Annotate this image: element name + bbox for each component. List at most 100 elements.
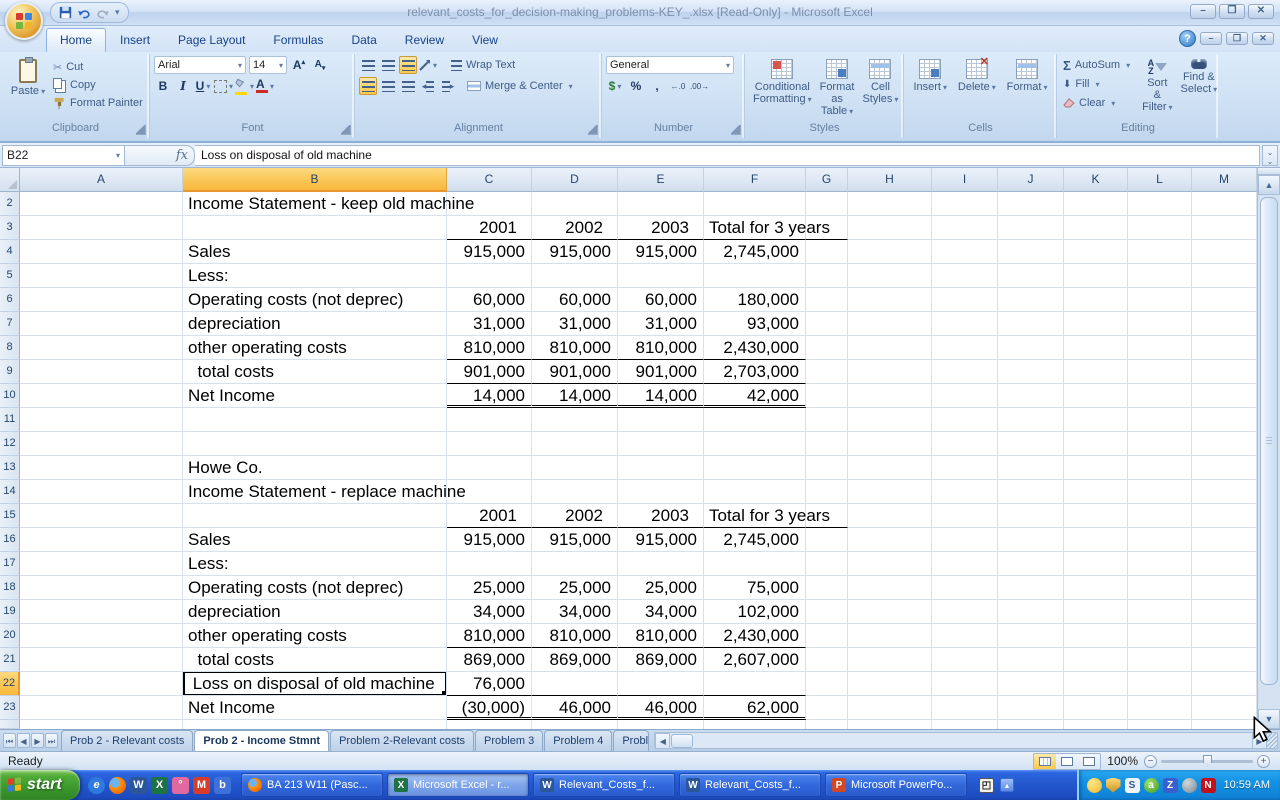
cell-H8[interactable]	[848, 336, 932, 360]
cell-L6[interactable]	[1128, 288, 1192, 312]
delete-cells-button[interactable]: Delete	[954, 56, 1000, 122]
first-sheet-button[interactable]: ⏮	[3, 733, 16, 748]
cell-D5[interactable]	[532, 264, 618, 288]
clipboard-dialog-launcher[interactable]	[136, 125, 146, 135]
cell-K22[interactable]	[1064, 672, 1128, 696]
cell-F10[interactable]: 42,000	[704, 384, 806, 408]
cell-I16[interactable]	[932, 528, 998, 552]
cell-J21[interactable]	[998, 648, 1064, 672]
cell-B21[interactable]: total costs	[183, 648, 447, 672]
wrap-text-button[interactable]: Wrap Text	[449, 56, 517, 74]
format-painter-button[interactable]: Format Painter	[51, 94, 145, 112]
conditional-formatting-button[interactable]: Conditional Formatting	[749, 56, 816, 122]
cell-I2[interactable]	[932, 192, 998, 216]
tray-zotero-icon[interactable]: Z	[1163, 778, 1178, 793]
cell-D18[interactable]: 25,000	[532, 576, 618, 600]
cell-C21[interactable]: 869,000	[447, 648, 532, 672]
cell-F14[interactable]	[704, 480, 806, 504]
vertical-scroll-thumb[interactable]	[1260, 197, 1278, 685]
column-header-I[interactable]: I	[932, 168, 998, 192]
cell-G9[interactable]	[806, 360, 848, 384]
tray-shield-icon[interactable]	[1106, 778, 1121, 793]
cell-L17[interactable]	[1128, 552, 1192, 576]
cell-E5[interactable]	[618, 264, 704, 288]
cell-I6[interactable]	[932, 288, 998, 312]
ribbon-tab-review[interactable]: Review	[391, 28, 458, 52]
cell-I10[interactable]	[932, 384, 998, 408]
cell-H15[interactable]	[848, 504, 932, 528]
ribbon-tab-home[interactable]: Home	[46, 28, 106, 52]
cell-D7[interactable]: 31,000	[532, 312, 618, 336]
cell-H23[interactable]	[848, 696, 932, 720]
cell-B7[interactable]: depreciation	[183, 312, 447, 336]
cell-E7[interactable]: 31,000	[618, 312, 704, 336]
row-header-24[interactable]	[0, 720, 20, 729]
excel-icon[interactable]: X	[151, 777, 168, 794]
fill-color-button[interactable]	[235, 77, 254, 95]
grow-font-button[interactable]: A▴	[290, 56, 308, 74]
cell-E14[interactable]	[618, 480, 704, 504]
cell-G2[interactable]	[806, 192, 848, 216]
cell-B23[interactable]: Net Income	[183, 696, 447, 720]
row-header-8[interactable]: 8	[0, 336, 20, 360]
fill-button[interactable]: ⬇Fill	[1061, 75, 1132, 93]
cell-E20[interactable]: 810,000	[618, 624, 704, 648]
cell-D2[interactable]	[532, 192, 618, 216]
cell-M3[interactable]	[1192, 216, 1257, 240]
cell-J12[interactable]	[998, 432, 1064, 456]
cell-I3[interactable]	[932, 216, 998, 240]
cell-I20[interactable]	[932, 624, 998, 648]
cell-F16[interactable]: 2,745,000	[704, 528, 806, 552]
cell-K23[interactable]	[1064, 696, 1128, 720]
row-header-9[interactable]: 9	[0, 360, 20, 384]
cell-G24[interactable]	[806, 720, 848, 729]
cell-L16[interactable]	[1128, 528, 1192, 552]
cell-L3[interactable]	[1128, 216, 1192, 240]
cell-C22[interactable]: 76,000	[447, 672, 532, 696]
ribbon-tab-insert[interactable]: Insert	[106, 28, 164, 52]
cell-F24[interactable]	[704, 720, 806, 729]
workbook-minimize-button[interactable]: –	[1200, 32, 1222, 45]
taskbar-button-microsoft-powerpo[interactable]: PMicrosoft PowerPo...	[825, 773, 967, 797]
gmail-icon[interactable]: M	[193, 777, 210, 794]
column-header-C[interactable]: C	[447, 168, 532, 192]
sheet-tab-prob-2-income-stmnt[interactable]: Prob 2 - Income Stmnt	[194, 730, 329, 751]
format-as-table-button[interactable]: Format as Table	[816, 56, 859, 122]
cell-J20[interactable]	[998, 624, 1064, 648]
cell-C9[interactable]: 901,000	[447, 360, 532, 384]
cell-I14[interactable]	[932, 480, 998, 504]
column-header-J[interactable]: J	[998, 168, 1064, 192]
cell-D14[interactable]	[532, 480, 618, 504]
row-header-3[interactable]: 3	[0, 216, 20, 240]
cell-B15[interactable]	[183, 504, 447, 528]
cell-F13[interactable]	[704, 456, 806, 480]
font-color-button[interactable]: A	[256, 77, 274, 95]
cell-B11[interactable]	[183, 408, 447, 432]
cell-A23[interactable]	[20, 696, 183, 720]
insert-cells-button[interactable]: Insert	[909, 56, 951, 122]
cell-K5[interactable]	[1064, 264, 1128, 288]
row-header-22[interactable]: 22	[0, 672, 20, 696]
cell-E18[interactable]: 25,000	[618, 576, 704, 600]
cell-E19[interactable]: 34,000	[618, 600, 704, 624]
tray-avast-icon[interactable]: a	[1144, 778, 1159, 793]
cell-F23[interactable]: 62,000	[704, 696, 806, 720]
cell-A3[interactable]	[20, 216, 183, 240]
column-header-K[interactable]: K	[1064, 168, 1128, 192]
cell-F7[interactable]: 93,000	[704, 312, 806, 336]
cell-D3[interactable]: 2002	[532, 216, 618, 240]
cell-K20[interactable]	[1064, 624, 1128, 648]
cell-I9[interactable]	[932, 360, 998, 384]
zoom-slider-track[interactable]	[1161, 760, 1253, 763]
cell-G5[interactable]	[806, 264, 848, 288]
cell-D9[interactable]: 901,000	[532, 360, 618, 384]
cell-M16[interactable]	[1192, 528, 1257, 552]
align-left-button[interactable]	[359, 77, 377, 95]
horizontal-scrollbar[interactable]: ◀ ▶	[654, 732, 1278, 749]
cell-M15[interactable]	[1192, 504, 1257, 528]
cell-C6[interactable]: 60,000	[447, 288, 532, 312]
cell-A20[interactable]	[20, 624, 183, 648]
cell-I19[interactable]	[932, 600, 998, 624]
tray-paint-icon[interactable]: S	[1125, 778, 1140, 793]
cell-M19[interactable]	[1192, 600, 1257, 624]
